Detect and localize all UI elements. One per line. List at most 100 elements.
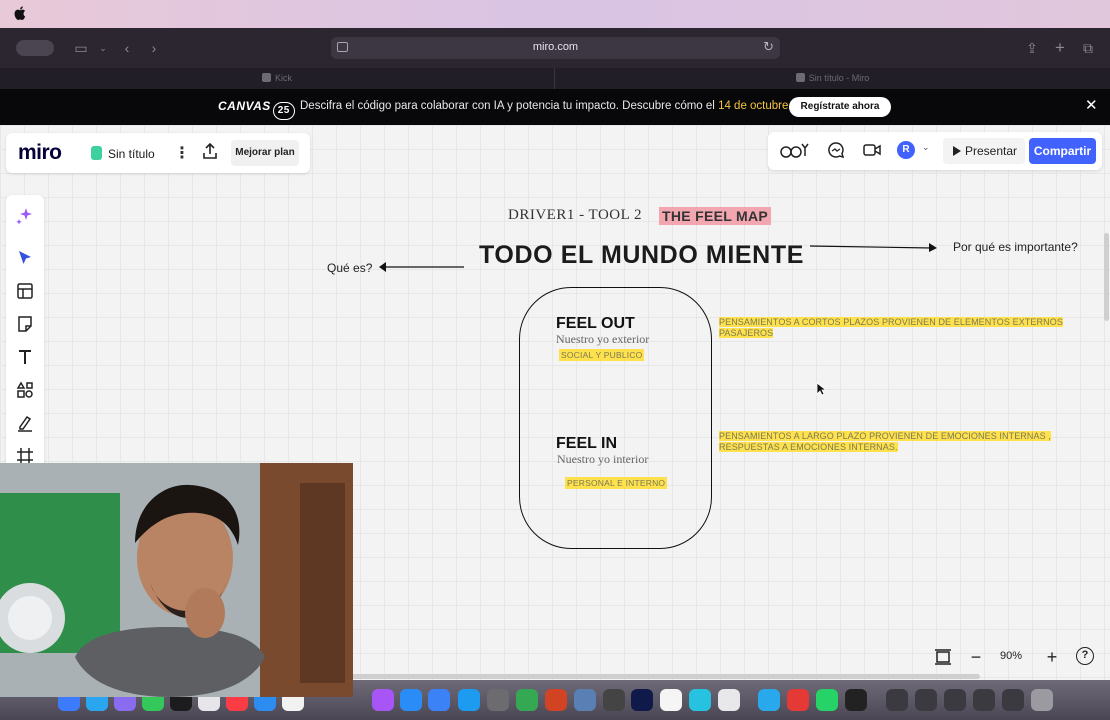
present-button[interactable]: Presentar bbox=[943, 138, 1025, 164]
feel-out-tag: SOCIAL Y PUBLICO bbox=[559, 349, 645, 361]
feel-in-tag: PERSONAL E INTERNO bbox=[565, 477, 668, 489]
collab-toolbar: R ⌄ Presentar Compartir bbox=[768, 132, 1102, 170]
banner-text-before: Descifra el código para colaborar con IA… bbox=[300, 100, 719, 112]
vertical-scrollbar[interactable] bbox=[1104, 233, 1109, 321]
trash-icon[interactable] bbox=[1031, 689, 1053, 711]
numbers-icon[interactable] bbox=[428, 689, 450, 711]
long-term-note-text: PENSAMIENTOS A LARGO PLAZO PROVIENEN DE … bbox=[719, 431, 1051, 452]
chevron-down-icon[interactable]: ⌄ bbox=[94, 39, 112, 57]
feel-out-title: FEEL OUT bbox=[556, 315, 635, 332]
promo-banner: CANVAS 25 Descifra el código para colabor… bbox=[0, 89, 1110, 125]
feel-out-subtitle: Nuestro yo exterior bbox=[556, 332, 650, 346]
banner-message: Descifra el código para colaborar con IA… bbox=[300, 100, 792, 112]
whatsapp-icon[interactable] bbox=[816, 689, 838, 711]
share-icon[interactable]: ⇪ bbox=[1023, 39, 1041, 57]
more-options-icon[interactable]: ⋮ bbox=[174, 143, 190, 163]
arrow-right-connector bbox=[809, 243, 937, 252]
video-call-icon[interactable] bbox=[862, 140, 882, 160]
zoom-in-icon[interactable]: + bbox=[1042, 647, 1062, 667]
url-text: miro.com bbox=[532, 41, 579, 53]
textedit-icon[interactable] bbox=[718, 689, 740, 711]
webcam-overlay bbox=[0, 463, 353, 697]
tab-kick[interactable]: Kick bbox=[0, 68, 555, 89]
sidebar-toggle-icon[interactable]: ▭ bbox=[72, 39, 90, 57]
tab-miro[interactable]: Sin título - Miro bbox=[555, 68, 1110, 89]
zoom-controls: − 90% + ? bbox=[928, 641, 1102, 673]
finder-search-icon[interactable] bbox=[689, 689, 711, 711]
export-icon[interactable] bbox=[202, 142, 218, 160]
keynote-icon[interactable] bbox=[400, 689, 422, 711]
tab-overview-icon[interactable]: ⧉ bbox=[1079, 39, 1097, 57]
help-icon[interactable]: ? bbox=[1076, 647, 1094, 665]
canvas-logo-number: 25 bbox=[272, 102, 295, 120]
long-term-note[interactable]: PENSAMIENTOS A LARGO PLAZO PROVIENEN DE … bbox=[719, 431, 1079, 453]
zoom-out-icon[interactable]: − bbox=[966, 647, 986, 667]
arrow-left-connector bbox=[379, 262, 464, 272]
miro-logo[interactable]: miro bbox=[18, 141, 62, 165]
pen-icon[interactable] bbox=[15, 413, 35, 433]
recent-window-icon[interactable] bbox=[915, 689, 937, 711]
share-button[interactable]: Compartir bbox=[1029, 138, 1096, 164]
pdf-icon[interactable] bbox=[787, 689, 809, 711]
macos-menubar bbox=[0, 0, 1110, 28]
board-header: miro Sin título ⋮ Mejorar plan bbox=[6, 133, 310, 173]
chrome-icon[interactable] bbox=[516, 689, 538, 711]
podcasts-icon[interactable] bbox=[372, 689, 394, 711]
browser-toolbar: ▭ ⌄ ‹ › miro.com ↻ ⇪ + ⧉ bbox=[0, 28, 1110, 68]
register-button[interactable]: Regístrate ahora bbox=[789, 97, 891, 117]
canvas-logo-text: CANVAS bbox=[218, 99, 271, 113]
notion-icon[interactable] bbox=[660, 689, 682, 711]
board-icon bbox=[91, 146, 102, 160]
blocked-app-icon[interactable] bbox=[487, 689, 509, 711]
close-icon[interactable]: ✕ bbox=[1085, 98, 1098, 114]
zoom-level[interactable]: 90% bbox=[1000, 650, 1022, 662]
recent-window-icon[interactable] bbox=[944, 689, 966, 711]
sticky-note-icon[interactable] bbox=[15, 314, 35, 334]
new-tab-icon[interactable]: + bbox=[1051, 39, 1069, 57]
select-cursor-icon[interactable] bbox=[15, 248, 35, 268]
fit-to-screen-icon[interactable] bbox=[933, 647, 953, 667]
horizontal-scrollbar[interactable] bbox=[350, 674, 980, 679]
powerpoint-icon[interactable] bbox=[545, 689, 567, 711]
window-controls[interactable] bbox=[16, 40, 54, 56]
presenter-video-image bbox=[0, 463, 353, 697]
mouse-cursor-icon bbox=[816, 382, 826, 396]
templates-icon[interactable] bbox=[15, 281, 35, 301]
activity-icon[interactable] bbox=[845, 689, 867, 711]
shapes-icon[interactable] bbox=[15, 380, 35, 400]
why-important-label: Por qué es importante? bbox=[953, 240, 1078, 254]
recent-window-icon[interactable] bbox=[886, 689, 908, 711]
short-term-note-text: PENSAMIENTOS A CORTOS PLAZOS PROVIENEN D… bbox=[719, 317, 1063, 338]
canvas25-logo: CANVAS 25 bbox=[218, 99, 295, 120]
reload-icon[interactable]: ↻ bbox=[763, 39, 774, 55]
left-creation-toolbar bbox=[6, 195, 44, 485]
feel-in-subtitle: Nuestro yo interior bbox=[557, 452, 649, 466]
forward-icon[interactable]: › bbox=[145, 39, 163, 57]
recent-window-icon[interactable] bbox=[973, 689, 995, 711]
address-bar[interactable]: miro.com ↻ bbox=[331, 37, 780, 59]
feel-in-title: FEEL IN bbox=[556, 435, 618, 452]
upgrade-plan-button[interactable]: Mejorar plan bbox=[231, 140, 299, 166]
chat-icon[interactable] bbox=[826, 140, 846, 160]
preview-icon[interactable] bbox=[574, 689, 596, 711]
text-icon[interactable] bbox=[15, 347, 35, 367]
apple-menu-icon[interactable] bbox=[14, 5, 26, 21]
telegram-icon[interactable] bbox=[758, 689, 780, 711]
recent-window-icon[interactable] bbox=[1002, 689, 1024, 711]
app-store-icon[interactable] bbox=[458, 689, 480, 711]
back-icon[interactable]: ‹ bbox=[118, 39, 136, 57]
ai-sparkle-icon[interactable] bbox=[15, 205, 35, 225]
board-name[interactable]: Sin título bbox=[108, 147, 155, 161]
miro-favicon-icon bbox=[795, 73, 805, 82]
tab-label: Kick bbox=[274, 73, 292, 83]
board-main-title: TODO EL MUNDO MIENTE bbox=[479, 241, 804, 269]
reactions-icon[interactable] bbox=[779, 140, 811, 160]
short-term-note[interactable]: PENSAMIENTOS A CORTOS PLAZOS PROVIENEN D… bbox=[719, 317, 1084, 339]
premiere-icon[interactable] bbox=[631, 689, 653, 711]
banner-date: 14 de octubre bbox=[718, 100, 789, 112]
settings-icon[interactable] bbox=[603, 689, 625, 711]
chevron-down-icon[interactable]: ⌄ bbox=[922, 142, 930, 153]
avatar[interactable]: R bbox=[897, 141, 915, 159]
tab-label: Sin título - Miro bbox=[808, 73, 870, 83]
tab-bar: Kick Sin título - Miro bbox=[0, 68, 1110, 89]
